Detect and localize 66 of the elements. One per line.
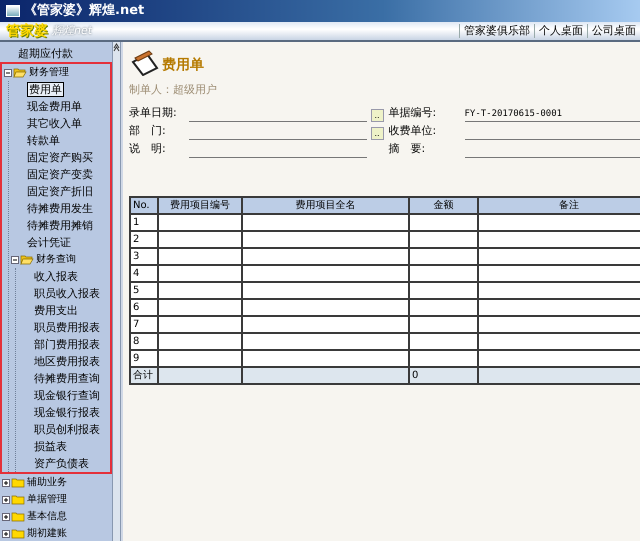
header-link[interactable]: 管家婆俱乐部 bbox=[459, 24, 534, 38]
header-link[interactable]: 公司桌面 bbox=[587, 24, 640, 38]
field-label: 录单日期: bbox=[129, 105, 178, 121]
open-folder-icon bbox=[13, 67, 27, 78]
tree-item[interactable]: 资产负债表 bbox=[34, 457, 89, 470]
creator-label: 制单人：超级用户 bbox=[129, 82, 218, 98]
open-folder-icon bbox=[20, 254, 34, 265]
tree-folder[interactable]: 期初建账 bbox=[27, 525, 67, 541]
tree-item[interactable]: 职员收入报表 bbox=[34, 287, 100, 300]
tree-item[interactable]: 费用支出 bbox=[34, 304, 78, 317]
column-header: 备注 bbox=[478, 196, 640, 214]
tree-item[interactable]: 损益表 bbox=[34, 440, 67, 453]
tree-item[interactable]: 待摊费用发生 bbox=[27, 202, 93, 215]
browse-button[interactable]: .. bbox=[370, 108, 384, 122]
folder-icon bbox=[11, 477, 25, 488]
header-link[interactable]: 个人桌面 bbox=[534, 24, 587, 38]
field-label: 部 门: bbox=[129, 123, 167, 139]
form-title: 费用单 bbox=[162, 56, 204, 75]
tree-item[interactable]: 现金银行报表 bbox=[34, 406, 100, 419]
tree-item[interactable]: 其它收入单 bbox=[27, 117, 82, 130]
tree-folder[interactable]: 财务查询 bbox=[36, 251, 76, 268]
browse-button[interactable]: .. bbox=[370, 126, 384, 140]
logo: 管家婆 bbox=[5, 22, 48, 40]
pencil-paper-icon bbox=[129, 48, 159, 76]
tree-item[interactable]: 职员创利报表 bbox=[34, 423, 100, 436]
folder-icon bbox=[11, 494, 25, 505]
field-label: 收费单位: bbox=[388, 123, 438, 139]
tree-item[interactable]: 现金费用单 bbox=[27, 100, 82, 113]
tree-item[interactable]: 超期应付款 bbox=[18, 47, 73, 60]
tree-item[interactable]: 收入报表 bbox=[34, 270, 78, 283]
collapse-icon[interactable] bbox=[11, 256, 19, 264]
tree-item[interactable]: 费用单 bbox=[27, 82, 64, 97]
collapse-arrow-icon[interactable] bbox=[113, 42, 120, 52]
expand-icon[interactable] bbox=[2, 478, 10, 486]
expand-icon[interactable] bbox=[2, 530, 10, 538]
input-field[interactable]: FY-T-20170615-0001 bbox=[464, 108, 640, 122]
tree-item[interactable]: 固定资产变卖 bbox=[27, 168, 93, 181]
field-label: 单据编号: bbox=[388, 105, 438, 121]
tree-item[interactable]: 固定资产折旧 bbox=[27, 185, 93, 198]
tree-folder[interactable]: 辅助业务 bbox=[27, 474, 67, 491]
tree-item[interactable]: 会计凭证 bbox=[27, 236, 71, 249]
tree-item[interactable]: 待摊费用摊销 bbox=[27, 219, 93, 232]
tree-item[interactable]: 固定资产购买 bbox=[27, 151, 93, 164]
collapse-icon[interactable] bbox=[4, 68, 12, 76]
tree-item[interactable]: 部门费用报表 bbox=[34, 338, 100, 351]
app-icon bbox=[6, 5, 20, 17]
tree-folder[interactable]: 财务管理 bbox=[29, 64, 69, 81]
tree-folder[interactable]: 基本信息 bbox=[27, 508, 67, 525]
tree-item[interactable]: 职员费用报表 bbox=[34, 321, 100, 334]
expand-icon[interactable] bbox=[2, 512, 10, 520]
tree-folder[interactable]: 单据管理 bbox=[27, 491, 67, 508]
column-header: 费用项目全名 bbox=[242, 196, 409, 214]
column-header: 费用项目编号 bbox=[158, 196, 242, 214]
folder-icon bbox=[11, 528, 25, 539]
folder-icon bbox=[11, 511, 25, 522]
tree-item[interactable]: 待摊费用查询 bbox=[34, 372, 100, 385]
logo-subtitle: 辉煌net bbox=[52, 22, 92, 39]
tree-item[interactable]: 转款单 bbox=[27, 134, 60, 147]
column-header: 金额 bbox=[409, 196, 478, 214]
tree-item[interactable]: 地区费用报表 bbox=[34, 355, 100, 368]
expand-icon[interactable] bbox=[2, 496, 10, 504]
tree-item[interactable]: 现金银行查询 bbox=[34, 389, 100, 402]
field-label: 说 明: bbox=[129, 141, 167, 157]
column-header: No. bbox=[130, 196, 158, 214]
window-title: 《管家婆》辉煌.net bbox=[24, 2, 144, 20]
field-label: 摘 要: bbox=[388, 141, 426, 157]
